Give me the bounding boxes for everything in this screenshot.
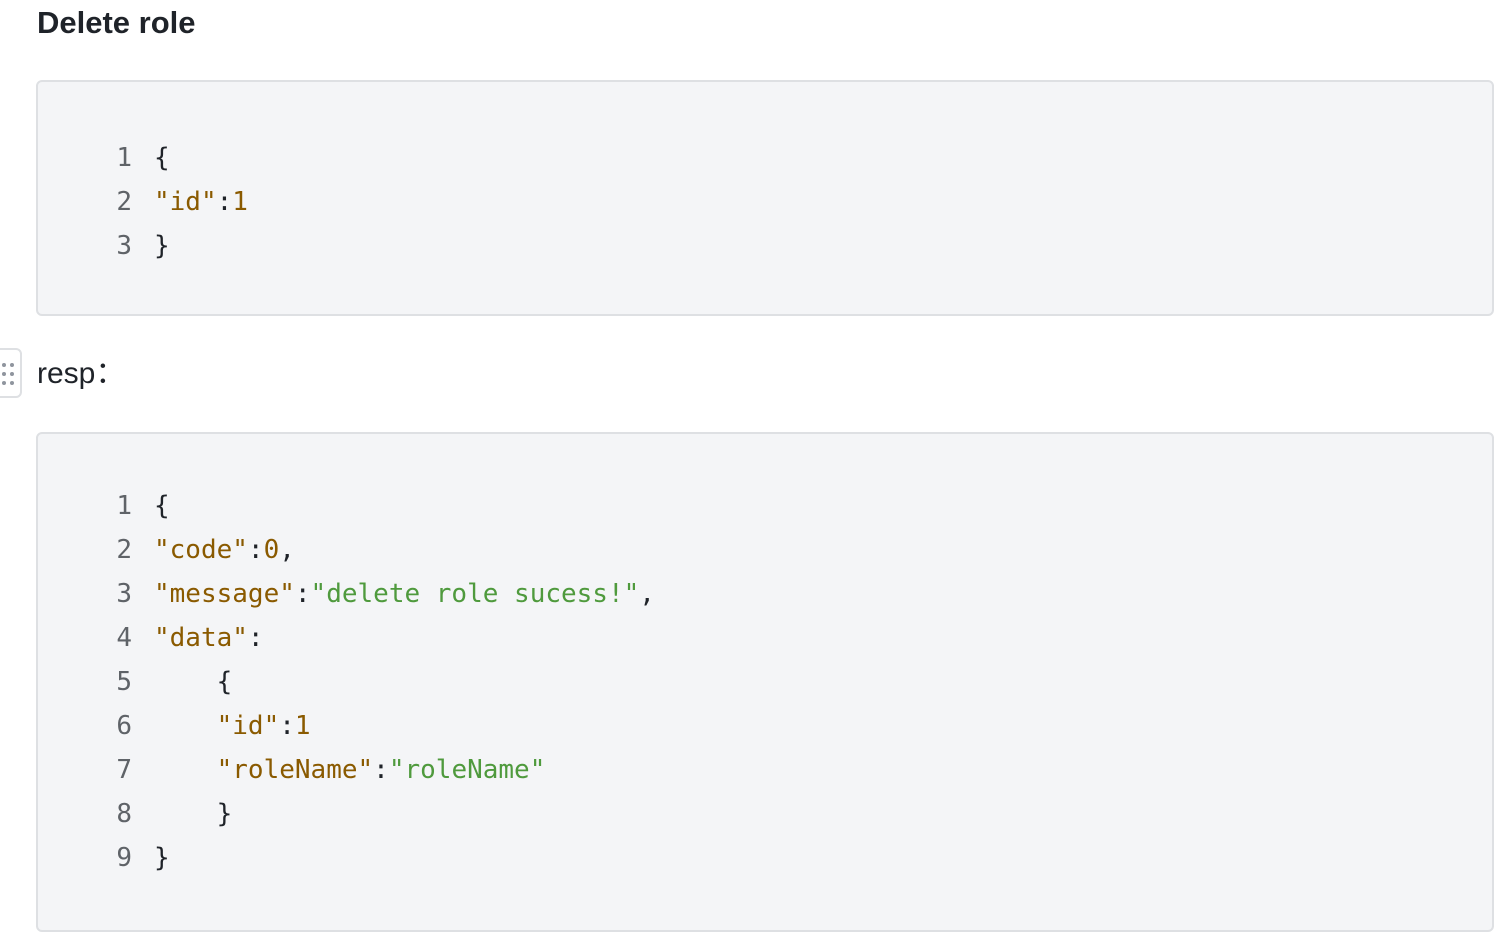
line-number: 4 (116, 623, 132, 653)
json-key-token: "id" (216, 711, 280, 741)
json-key-token: 1 (232, 187, 248, 217)
request-code-lines: 1{2 "id":1 3} (38, 136, 1492, 268)
line-number: 2 (116, 535, 132, 565)
code-line: 6 "id":1 (38, 704, 1492, 748)
code-line: 8 } (38, 792, 1492, 836)
json-punct-token: } (154, 843, 170, 873)
response-code-block[interactable]: 1{2 "code":0, 3 "message":"delete role suce… (36, 432, 1494, 932)
code-text: } (154, 792, 233, 836)
json-key-token: 0 (263, 535, 280, 565)
drag-dots (2, 363, 14, 385)
code-text: } (154, 224, 170, 268)
json-punct-token: } (154, 231, 170, 261)
json-key-token: "data" (154, 623, 248, 653)
code-line: 1{ (38, 136, 1492, 180)
code-line: 5 { (38, 660, 1492, 704)
response-code-lines: 1{2 "code":0, 3 "message":"delete role suce… (38, 484, 1492, 880)
line-number: 1 (116, 491, 132, 521)
json-key-token: "message" (154, 579, 295, 609)
json-key-token: "roleName" (216, 755, 374, 785)
json-string-token: "roleName" (388, 755, 546, 785)
json-string-token: "delete role sucess!" (310, 579, 640, 609)
json-punct-token (154, 711, 217, 741)
code-line: 2 "code":0, (38, 528, 1492, 572)
json-punct-token: : (373, 755, 389, 785)
code-text: } (154, 836, 170, 880)
code-line: 3} (38, 224, 1492, 268)
code-line: 7 "roleName":"roleName" (38, 748, 1492, 792)
code-text: "id":1 (154, 180, 248, 224)
line-number: 1 (116, 143, 132, 173)
code-line: 1{ (38, 484, 1492, 528)
line-number: 7 (116, 755, 132, 785)
code-text: "message":"delete role sucess!", (154, 572, 655, 616)
code-line: 3 "message":"delete role sucess!", (38, 572, 1492, 616)
code-line: 4 "data": (38, 616, 1492, 660)
line-number: 2 (116, 187, 132, 217)
line-number: 3 (116, 231, 132, 261)
code-text: { (154, 484, 170, 528)
json-punct-token: : (247, 535, 264, 565)
json-punct-token: { (154, 667, 233, 697)
drag-handle-icon[interactable] (0, 348, 22, 398)
resp-paragraph: resp： (0, 348, 400, 400)
request-code-block[interactable]: 1{2 "id":1 3} (36, 80, 1494, 316)
line-number: 6 (116, 711, 132, 741)
json-key-token: "code" (154, 535, 248, 565)
json-punct-token: { (154, 491, 170, 521)
code-text: "data": (154, 616, 264, 660)
json-punct-token: , (639, 579, 655, 609)
json-key-token: 1 (294, 711, 311, 741)
json-key-token: "id" (154, 187, 217, 217)
code-text: "id":1 (154, 704, 311, 748)
json-punct-token: { (154, 143, 170, 173)
json-punct-token: : (279, 711, 295, 741)
code-text: "roleName":"roleName" (154, 748, 546, 792)
json-punct-token: } (154, 799, 233, 829)
line-number: 3 (116, 579, 132, 609)
code-line: 9} (38, 836, 1492, 880)
line-number: 9 (116, 843, 132, 873)
json-punct-token: , (279, 535, 295, 565)
code-line: 2 "id":1 (38, 180, 1492, 224)
json-punct-token: : (294, 579, 311, 609)
resp-label: resp： (37, 357, 126, 390)
section-heading: Delete role (37, 5, 196, 40)
line-number: 5 (116, 667, 132, 697)
code-text: "code":0, (154, 528, 295, 572)
json-punct-token: : (216, 187, 233, 217)
json-punct-token: : (247, 623, 264, 653)
code-text: { (154, 660, 233, 704)
json-punct-token (154, 755, 217, 785)
code-text: { (154, 136, 170, 180)
line-number: 8 (116, 799, 132, 829)
